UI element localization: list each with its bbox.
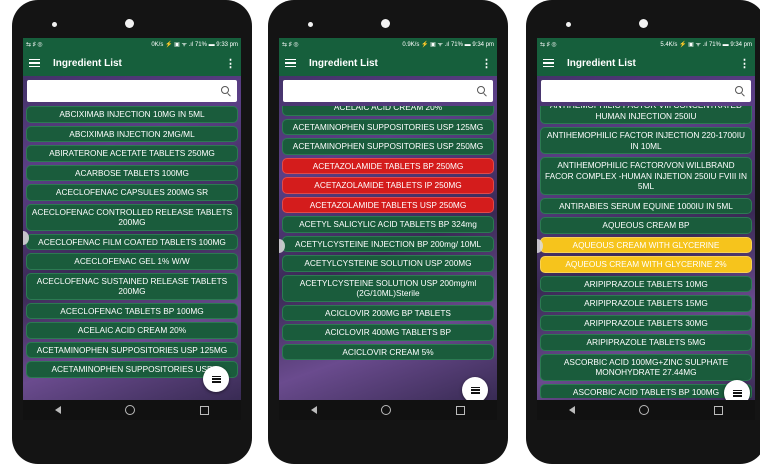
list-icon: [470, 386, 480, 394]
ingredient-item[interactable]: ACARBOSE TABLETS 100MG: [26, 164, 238, 181]
camera-dot: [639, 19, 648, 28]
app-title: Ingredient List: [53, 57, 122, 69]
list-view-fab[interactable]: [203, 366, 229, 392]
ingredient-item[interactable]: ACETAMINOPHEN SUPPOSITORIES USP 125MG: [282, 118, 494, 135]
ingredient-item[interactable]: ACECLOFENAC SUSTAINED RELEASE TABLETS 20…: [26, 272, 238, 300]
ingredient-list[interactable]: ABCIXIMAB INJECTION 10MG IN 5ML ABCIXIMAB…: [23, 106, 241, 398]
camera-dot: [381, 19, 390, 28]
ingredient-item[interactable]: ACELAIC ACID CREAM 20%: [26, 322, 238, 339]
ingredient-item[interactable]: ACICLOVIR 200MG BP TABLETS: [282, 304, 494, 321]
ingredient-item[interactable]: ACETAZOLAMIDE TABLETS BP 250MG: [282, 157, 494, 174]
home-icon[interactable]: [381, 405, 392, 415]
hamburger-icon[interactable]: [543, 58, 554, 68]
app-title: Ingredient List: [309, 57, 378, 69]
ingredient-list[interactable]: ACELAIC ACID CREAM 20% ACETAMINOPHEN SUPP…: [279, 106, 497, 398]
nav-bar: [23, 400, 241, 420]
ingredient-item[interactable]: ACETAZOLAMIDE TABLETS USP 250MG: [282, 196, 494, 213]
ingredient-item[interactable]: ANTIRABIES SERUM EQUINE 1000IU IN 5ML: [540, 197, 752, 214]
ingredient-item[interactable]: ACECLOFENAC TABLETS BP 100MG: [26, 302, 238, 319]
ingredient-item[interactable]: AQUEOUS CREAM WITH GLYCERINE 2%: [540, 256, 752, 273]
status-right: 0.9K/s ⚡ ▣ ᯤ .ıl 71% ▬ 9:34 pm: [402, 42, 494, 48]
ingredient-item[interactable]: ASCORBIC ACID 100MG+ZINC SULPHATE MONOHY…: [540, 353, 752, 381]
search-icon[interactable]: [477, 86, 487, 96]
status-left: ⇆ ♯ ◎: [540, 41, 557, 48]
list-icon: [211, 375, 221, 383]
sensor-dot: [566, 22, 571, 27]
search-input[interactable]: [33, 85, 221, 97]
search-icon[interactable]: [735, 86, 745, 96]
app-bar: Ingredient List ⋮: [23, 50, 241, 76]
ingredient-item[interactable]: ARIPIPRAZOLE TABLETS 30MG: [540, 314, 752, 331]
ingredient-item[interactable]: ABIRATERONE ACETATE TABLETS 250MG: [26, 145, 238, 162]
sensor-dot: [308, 22, 313, 27]
ingredient-item[interactable]: AQUEOUS CREAM BP: [540, 217, 752, 234]
ingredient-item[interactable]: ACICLOVIR 400MG TABLETS BP: [282, 324, 494, 341]
more-vert-icon[interactable]: ⋮: [225, 57, 236, 70]
screen: ⇆ ♯ ◎ 0K/s ⚡ ▣ ᯤ .ıl 71% ▬ 9:33 pm Ingre…: [23, 38, 241, 420]
ingredient-item[interactable]: ACECLOFENAC CAPSULES 200MG SR: [26, 184, 238, 201]
ingredient-item[interactable]: ARIPIPRAZOLE TABLETS 15MG: [540, 295, 752, 312]
ingredient-item[interactable]: ACETYLCYSTEINE SOLUTION USP 200MG: [282, 255, 494, 272]
search-icon[interactable]: [221, 86, 231, 96]
recent-apps-icon[interactable]: [455, 405, 465, 415]
search-input[interactable]: [289, 85, 477, 97]
list-icon: [732, 389, 742, 397]
recent-apps-icon[interactable]: [199, 405, 209, 415]
ingredient-item[interactable]: ANTIHEMOPHILIC FACTOR/VON WILLBRAND FACO…: [540, 157, 752, 195]
back-icon[interactable]: [569, 406, 576, 414]
search-bar[interactable]: [283, 80, 493, 102]
ingredient-item[interactable]: ACETAMINOPHEN SUPPOSITORIES USP 125MG: [26, 341, 238, 358]
ingredient-item[interactable]: ACECLOFENAC FILM COATED TABLETS 100MG: [26, 233, 238, 250]
back-icon[interactable]: [55, 406, 62, 414]
phone-1: ⇆ ♯ ◎ 0K/s ⚡ ▣ ᯤ .ıl 71% ▬ 9:33 pm Ingre…: [12, 0, 252, 464]
ingredient-item[interactable]: ACETAMINOPHEN SUPPOSITORIES USP 250MG: [282, 138, 494, 155]
status-bar: ⇆ ♯ ◎ 0.9K/s ⚡ ▣ ᯤ .ıl 71% ▬ 9:34 pm: [279, 38, 497, 50]
hamburger-icon[interactable]: [285, 58, 296, 68]
ingredient-item[interactable]: ACETYLCYSTEINE SOLUTION USP 200mg/ml (2G…: [282, 274, 494, 302]
screen: ⇆ ♯ ◎ 5.4K/s ⚡ ▣ ᯤ .ıl 71% ▬ 9:34 pm Ing…: [537, 38, 755, 420]
back-icon[interactable]: [311, 406, 318, 414]
status-right: 0K/s ⚡ ▣ ᯤ .ıl 71% ▬ 9:33 pm: [151, 42, 238, 48]
ingredient-item[interactable]: ARIPIPRAZOLE TABLETS 5MG: [540, 334, 752, 351]
app-title: Ingredient List: [567, 57, 636, 69]
ingredient-item[interactable]: ARIPIPRAZOLE TABLETS 10MG: [540, 275, 752, 292]
app-bar: Ingredient List ⋮: [279, 50, 497, 76]
ingredient-item[interactable]: ANTIHEMOPHILIC FACTOR VIII CONCENTRATED …: [540, 106, 752, 124]
nav-bar: [279, 400, 497, 420]
search-input[interactable]: [547, 85, 735, 97]
sensor-dot: [52, 22, 57, 27]
hamburger-icon[interactable]: [29, 58, 40, 68]
camera-dot: [125, 19, 134, 28]
ingredient-item[interactable]: ANTIHEMOPHILIC FACTOR INJECTION 220-1700…: [540, 127, 752, 154]
more-vert-icon[interactable]: ⋮: [481, 57, 492, 70]
status-right: 5.4K/s ⚡ ▣ ᯤ .ıl 71% ▬ 9:34 pm: [660, 42, 752, 48]
phone-2: ⇆ ♯ ◎ 0.9K/s ⚡ ▣ ᯤ .ıl 71% ▬ 9:34 pm Ing…: [268, 0, 508, 464]
home-icon[interactable]: [125, 405, 136, 415]
ingredient-item[interactable]: ACETYL SALICYLIC ACID TABLETS BP 324mg: [282, 216, 494, 233]
status-bar: ⇆ ♯ ◎ 5.4K/s ⚡ ▣ ᯤ .ıl 71% ▬ 9:34 pm: [537, 38, 755, 50]
ingredient-item[interactable]: ACELAIC ACID CREAM 20%: [282, 106, 494, 116]
ingredient-item[interactable]: AQUEOUS CREAM WITH GLYCERINE: [540, 236, 752, 253]
ingredient-item[interactable]: ACECLOFENAC GEL 1% W/W: [26, 253, 238, 270]
ingredient-item[interactable]: ACETYLCYSTEINE INJECTION BP 200mg/ 10ML: [282, 235, 494, 252]
search-bar[interactable]: [27, 80, 237, 102]
screen: ⇆ ♯ ◎ 0.9K/s ⚡ ▣ ᯤ .ıl 71% ▬ 9:34 pm Ing…: [279, 38, 497, 420]
app-bar: Ingredient List ⋮: [537, 50, 755, 76]
ingredient-item[interactable]: ACETAZOLAMIDE TABLETS IP 250MG: [282, 177, 494, 194]
ingredient-item[interactable]: ACICLOVIR CREAM 5%: [282, 343, 494, 360]
recent-apps-icon[interactable]: [713, 405, 723, 415]
status-left: ⇆ ♯ ◎: [282, 41, 299, 48]
search-bar[interactable]: [541, 80, 751, 102]
status-left: ⇆ ♯ ◎: [26, 41, 43, 48]
phone-3: ⇆ ♯ ◎ 5.4K/s ⚡ ▣ ᯤ .ıl 71% ▬ 9:34 pm Ing…: [526, 0, 760, 464]
more-vert-icon[interactable]: ⋮: [739, 57, 750, 70]
ingredient-item[interactable]: ASCORBIC ACID TABLETS BP 100MG: [540, 383, 752, 398]
ingredient-item[interactable]: ABCIXIMAB INJECTION 2MG/ML: [26, 125, 238, 142]
home-icon[interactable]: [639, 405, 650, 415]
ingredient-item[interactable]: ABCIXIMAB INJECTION 10MG IN 5ML: [26, 106, 238, 123]
ingredient-list[interactable]: ANTIHEMOPHILIC FACTOR VIII CONCENTRATED …: [537, 106, 755, 398]
status-bar: ⇆ ♯ ◎ 0K/s ⚡ ▣ ᯤ .ıl 71% ▬ 9:33 pm: [23, 38, 241, 50]
ingredient-item[interactable]: ACECLOFENAC CONTROLLED RELEASE TABLETS 2…: [26, 203, 238, 231]
nav-bar: [537, 400, 755, 420]
